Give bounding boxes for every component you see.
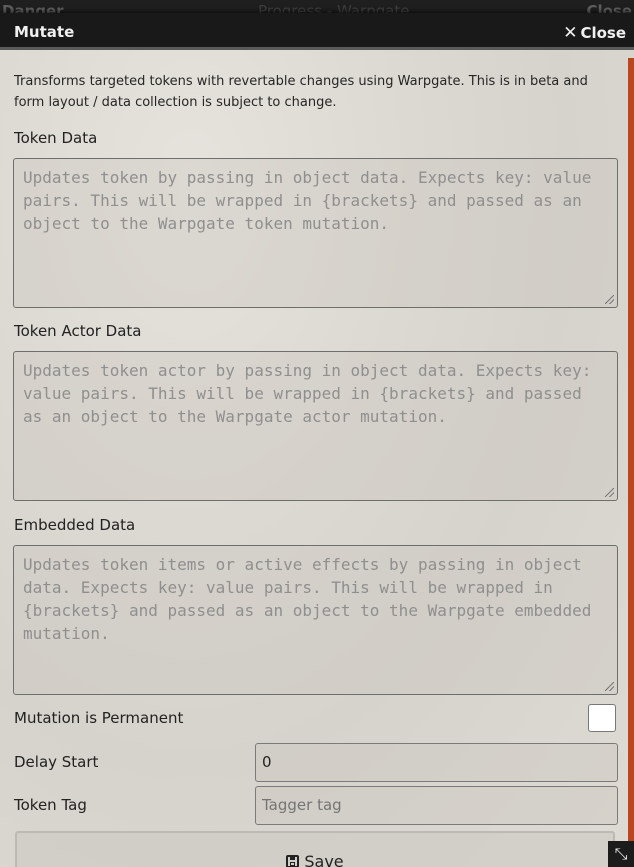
- textarea-resize-grip[interactable]: [605, 682, 614, 691]
- token-tag-label: Token Tag: [14, 796, 87, 814]
- token-data-placeholder: Updates token by passing in object data.…: [23, 168, 592, 233]
- close-label: Close: [580, 24, 626, 42]
- textarea-resize-grip[interactable]: [605, 295, 614, 304]
- close-icon: ✕: [563, 23, 578, 43]
- save-label: Save: [304, 852, 344, 867]
- resize-handle-icon[interactable]: ⤡: [608, 841, 634, 867]
- actor-data-label: Token Actor Data: [14, 322, 142, 340]
- embedded-data-textarea[interactable]: Updates token items or active effects by…: [13, 545, 618, 695]
- permanent-label: Mutation is Permanent: [14, 709, 184, 727]
- floppy-disk-icon: [286, 855, 300, 867]
- delay-start-label: Delay Start: [14, 753, 99, 771]
- actor-data-placeholder: Updates token actor by passing in object…: [23, 361, 592, 426]
- dialog-title: Mutate: [14, 23, 75, 41]
- token-tag-input[interactable]: Tagger tag: [255, 786, 618, 825]
- token-data-textarea[interactable]: Updates token by passing in object data.…: [13, 158, 618, 308]
- embedded-data-placeholder: Updates token items or active effects by…: [23, 555, 592, 643]
- scrollbar[interactable]: [628, 58, 634, 867]
- actor-data-textarea[interactable]: Updates token actor by passing in object…: [13, 351, 618, 501]
- delay-start-input[interactable]: 0: [255, 743, 618, 782]
- save-button[interactable]: Save: [15, 831, 615, 867]
- dialog-titlebar[interactable]: Mutate ✕ Close: [0, 13, 634, 50]
- token-data-label: Token Data: [14, 129, 98, 147]
- mutate-dialog: Mutate ✕ Close Transforms targeted tokens…: [0, 13, 634, 867]
- permanent-checkbox[interactable]: [588, 704, 616, 732]
- form-description: Transforms targeted tokens with revertab…: [14, 74, 588, 110]
- textarea-resize-grip[interactable]: [605, 488, 614, 497]
- embedded-data-label: Embedded Data: [14, 516, 136, 534]
- close-button[interactable]: ✕ Close: [563, 23, 626, 43]
